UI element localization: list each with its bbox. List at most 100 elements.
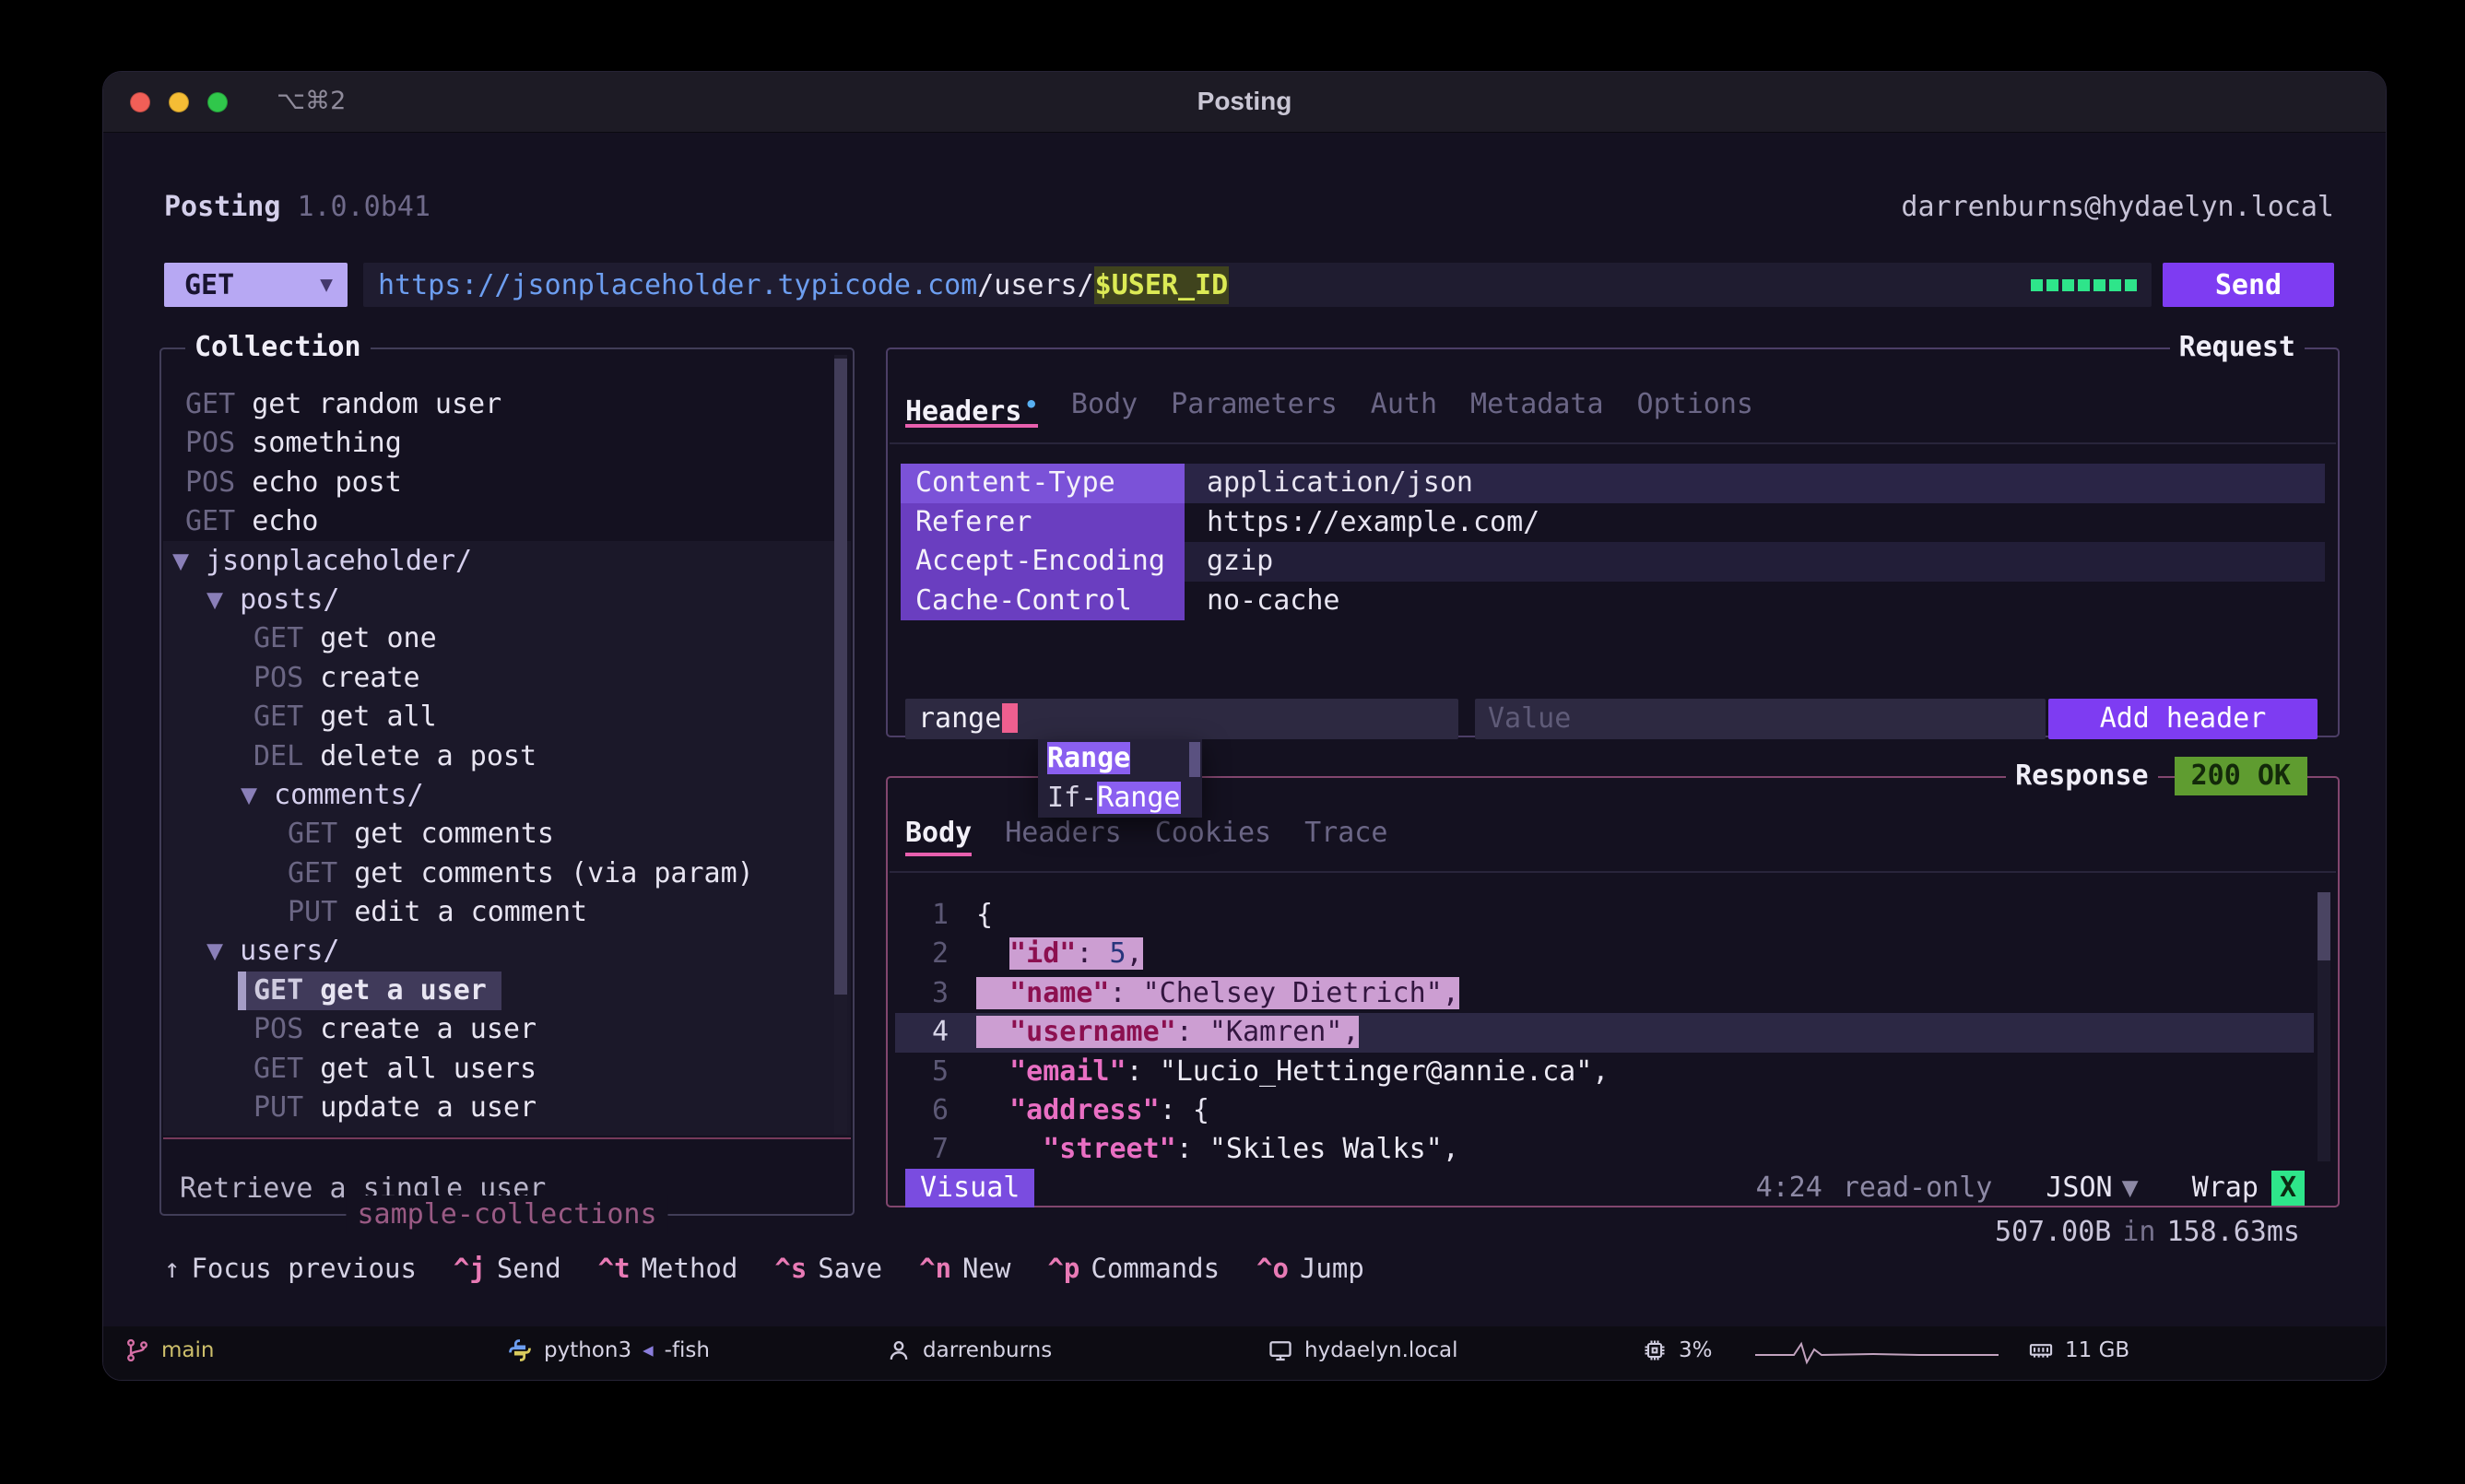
- sparkline-graph-icon: [1753, 1333, 2000, 1373]
- keybinding-method[interactable]: ^tMethod: [598, 1248, 738, 1289]
- language-chevron-icon[interactable]: ▼: [2122, 1169, 2139, 1207]
- header-name-input[interactable]: range: [905, 699, 1458, 739]
- tab-label: Body: [905, 817, 972, 849]
- header-name: Content-Type: [901, 464, 1185, 503]
- collection-folder[interactable]: ▼ posts/: [172, 581, 831, 619]
- collection-folder[interactable]: ▼ comments/: [172, 776, 831, 815]
- tab-label: Metadata: [1470, 388, 1604, 420]
- response-toolbar: Visual 4:24 read-only JSON ▼ Wrap X: [905, 1169, 2305, 1207]
- request-name: get all: [320, 701, 436, 733]
- wrap-toggle[interactable]: X: [2271, 1171, 2305, 1206]
- keybinding-send[interactable]: ^jSend: [454, 1248, 561, 1289]
- request-method: GET: [254, 701, 320, 733]
- request-name: get comments: [354, 818, 554, 850]
- tab-label: Trace: [1304, 817, 1387, 849]
- language-select[interactable]: JSON: [2046, 1169, 2112, 1207]
- option-match-highlight: Range: [1097, 782, 1180, 814]
- folder-expanded-icon: ▼: [172, 545, 206, 577]
- git-branch-indicator: main: [124, 1326, 214, 1374]
- tab-parameters[interactable]: Parameters: [1171, 385, 1338, 424]
- cpu-percent-label: 3%: [1679, 1338, 1713, 1362]
- request-method: GET: [185, 388, 252, 420]
- collection-request[interactable]: POS create a user: [172, 1010, 831, 1049]
- url-bar: GET ▼ https://jsonplaceholder.typicode.c…: [164, 263, 2334, 307]
- collection-request[interactable]: GET get one: [172, 619, 831, 658]
- header-value: gzip: [1185, 542, 2325, 582]
- collection-request[interactable]: GET get all users: [172, 1050, 831, 1089]
- tab-body[interactable]: Body: [1071, 385, 1138, 424]
- collection-request[interactable]: POS something: [172, 424, 831, 463]
- collection-folder[interactable]: ▼ users/: [172, 932, 831, 971]
- response-scrollbar[interactable]: [2318, 892, 2330, 960]
- autocomplete-scrollbar[interactable]: [1189, 742, 1200, 777]
- response-tabs-divider: [890, 871, 2336, 873]
- request-name: echo post: [252, 466, 402, 499]
- request-panel: Request Headers•BodyParametersAuthMetada…: [886, 347, 2340, 737]
- user-host-label: darrenburns@hydaelyn.local: [1901, 188, 2334, 227]
- memory-label: 11 GB: [2065, 1338, 2129, 1362]
- keybinding-new[interactable]: ^nNew: [919, 1248, 1010, 1289]
- collection-request[interactable]: GET get comments: [172, 815, 831, 854]
- url-path: /users/: [977, 269, 1093, 301]
- keybinding-jump[interactable]: ^oJump: [1256, 1248, 1364, 1289]
- collection-request[interactable]: POS echo post: [172, 464, 831, 502]
- autocomplete-option[interactable]: Range: [1038, 739, 1202, 779]
- tab-headers[interactable]: Headers: [1005, 814, 1121, 853]
- collection-request[interactable]: GET echo: [172, 502, 831, 541]
- response-time: 158.63ms: [2167, 1216, 2301, 1248]
- tab-headers[interactable]: Headers•: [905, 385, 1038, 424]
- tab-options[interactable]: Options: [1637, 385, 1753, 424]
- shell-separator: ◂: [643, 1338, 654, 1362]
- tab-trace[interactable]: Trace: [1304, 814, 1387, 853]
- request-method: POS: [254, 662, 320, 694]
- app-identity: Posting1.0.0b41: [164, 188, 430, 227]
- header-value-input[interactable]: Value: [1475, 699, 2046, 739]
- method-label: GET: [184, 269, 234, 301]
- collection-request[interactable]: GET get all: [172, 698, 831, 736]
- header-row[interactable]: Cache-Controlno-cache: [901, 582, 2325, 621]
- code-line: 2 "id": 5,: [895, 935, 2314, 973]
- request-name: get comments (via param): [354, 857, 753, 889]
- collection-request[interactable]: PUT update a user: [172, 1089, 831, 1127]
- url-input[interactable]: https://jsonplaceholder.typicode.com/use…: [363, 263, 2152, 307]
- tab-body[interactable]: Body: [905, 814, 972, 853]
- tab-metadata[interactable]: Metadata: [1470, 385, 1604, 424]
- collection-request[interactable]: GET get random user: [172, 385, 831, 424]
- header-row[interactable]: Content-Typeapplication/json: [901, 464, 2325, 503]
- request-name: create a user: [320, 1013, 537, 1045]
- header-inputs: range Value Add header: [905, 699, 2318, 739]
- collection-folder[interactable]: ▼ jsonplaceholder/: [172, 542, 831, 581]
- request-method: GET: [288, 857, 354, 889]
- trace-block: [2125, 279, 2137, 291]
- request-method: PUT: [288, 896, 354, 928]
- request-method: POS: [254, 1013, 320, 1045]
- request-name: get a user: [320, 974, 487, 1007]
- desktop-background: ⌥⌘2 Posting Posting1.0.0b41 darrenburns@…: [0, 0, 2465, 1484]
- collection-request[interactable]: GET get a user: [172, 972, 831, 1010]
- collection-divider: [163, 1137, 851, 1139]
- tab-cookies[interactable]: Cookies: [1155, 814, 1271, 853]
- collection-panel: Collection GET get random userPOS someth…: [159, 347, 855, 1216]
- autocomplete-option[interactable]: If-Range: [1038, 779, 1202, 819]
- send-button[interactable]: Send: [2163, 263, 2334, 307]
- folder-name: comments/: [274, 779, 424, 811]
- add-header-button[interactable]: Add header: [2048, 699, 2318, 739]
- method-dropdown[interactable]: GET ▼: [164, 263, 348, 307]
- collection-request[interactable]: DEL delete a post: [172, 737, 831, 776]
- collection-request[interactable]: POS create: [172, 659, 831, 698]
- keybinding-key: ^t: [598, 1253, 631, 1284]
- collection-source-label: sample-collections: [346, 1195, 667, 1234]
- keybinding-save[interactable]: ^sSave: [774, 1248, 882, 1289]
- keybinding-focus-previous[interactable]: ↑Focus previous: [164, 1248, 417, 1289]
- header-row[interactable]: Refererhttps://example.com/: [901, 503, 2325, 543]
- header-row[interactable]: Accept-Encodinggzip: [901, 542, 2325, 582]
- collection-request[interactable]: PUT edit a comment: [172, 893, 831, 932]
- trace-block: [2062, 279, 2074, 291]
- collection-request[interactable]: GET get comments (via param): [172, 854, 831, 893]
- trace-block: [2109, 279, 2121, 291]
- keybinding-key: ↑: [164, 1253, 180, 1284]
- tab-auth[interactable]: Auth: [1371, 385, 1437, 424]
- collection-scrollbar[interactable]: [834, 359, 847, 995]
- status-badge: 200 OK: [2175, 757, 2307, 795]
- keybinding-commands[interactable]: ^pCommands: [1047, 1248, 1220, 1289]
